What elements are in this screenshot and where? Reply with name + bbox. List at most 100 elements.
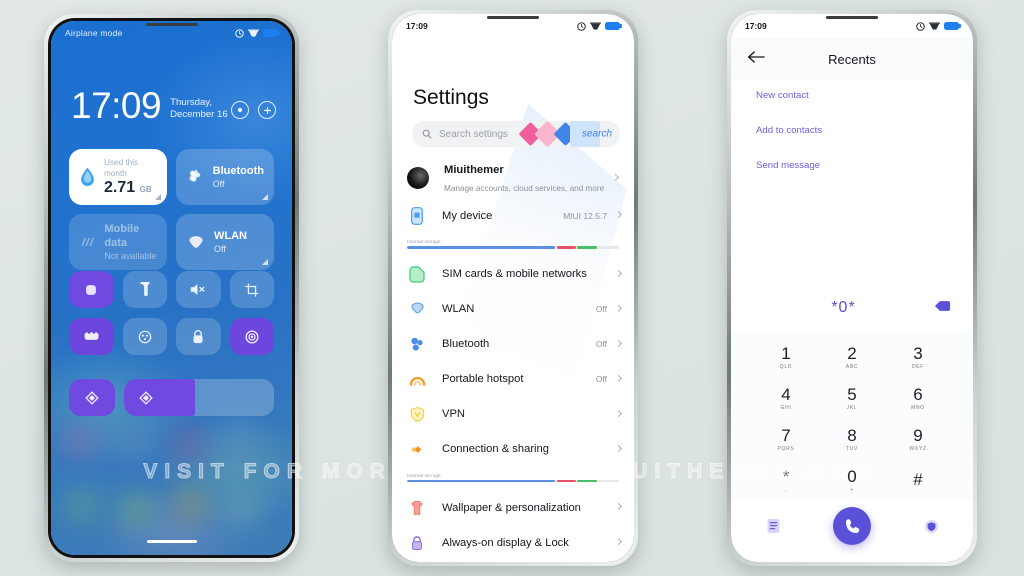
link-add-to-contacts[interactable]: Add to contacts xyxy=(756,125,957,136)
tile-data-usage[interactable]: Used this month 2.71 GB xyxy=(69,149,167,205)
lockscreen-clock: 17:09 xyxy=(71,85,162,126)
settings-row-my-device[interactable]: My device MIUI 12.5.7 xyxy=(392,198,634,233)
qs-location[interactable] xyxy=(229,318,274,355)
settings-label: Always-on display & Lock xyxy=(442,536,569,549)
lockscreen-date-col: Thursday, December 16 xyxy=(170,97,231,121)
qs-screen-lock[interactable] xyxy=(69,271,114,308)
call-button[interactable] xyxy=(833,507,871,545)
key-2[interactable]: 2 ABC xyxy=(819,336,885,377)
battery-icon xyxy=(605,22,622,30)
call-icon xyxy=(845,518,859,533)
settings-row-connection-sharing[interactable]: Connection & sharing xyxy=(392,432,634,467)
key-6[interactable]: 6 MNO xyxy=(885,377,951,418)
settings-row-hotspot[interactable]: Portable hotspot Off xyxy=(392,362,634,397)
chevron-right-icon xyxy=(616,503,621,512)
lockscreen-date: Thursday, December 16 xyxy=(170,97,228,120)
key-9[interactable]: 9 WXYZ xyxy=(885,418,951,459)
phone3-screen: 17:09 Recents New contact Add to contact… xyxy=(731,14,973,562)
key-8[interactable]: 8 TUV xyxy=(819,418,885,459)
phone2-bezel: 17:09 Settings Search settings search Mi… xyxy=(392,14,634,562)
key-5[interactable]: 5 JKL xyxy=(819,377,885,418)
qs-flashlight[interactable] xyxy=(122,271,167,308)
link-send-message[interactable]: Send message xyxy=(756,160,957,171)
phone1-screen: Airplane mode 17:09 Thursday, December 1… xyxy=(51,21,292,555)
settings-label: WLAN xyxy=(442,303,475,316)
settings-label: Wallpaper & personalization xyxy=(442,501,581,514)
storage-bar xyxy=(407,479,619,483)
storage-bar xyxy=(407,246,619,249)
key-digit: 9 xyxy=(913,425,923,445)
phone1-bezel: Airplane mode 17:09 Thursday, December 1… xyxy=(48,18,295,558)
settings-list[interactable]: Miuithemer Manage accounts, cloud servic… xyxy=(392,158,634,562)
link-new-contact[interactable]: New contact xyxy=(756,90,957,101)
home-indicator[interactable] xyxy=(146,540,197,543)
vpn-icon xyxy=(590,22,601,30)
tile-mobile-data[interactable]: Mobile data Not available xyxy=(69,214,167,270)
settings-row-bluetooth[interactable]: Bluetooth Off xyxy=(392,327,634,362)
wlan-icon xyxy=(407,301,427,317)
qs-lock[interactable] xyxy=(176,318,221,355)
lockscreen-tiles: Used this month 2.71 GB Bluetooth Off Mo… xyxy=(69,149,274,270)
account-labels: Miuithemer Manage accounts, cloud servic… xyxy=(444,160,604,196)
quick-settings-grid xyxy=(69,271,274,355)
settings-label: Portable hotspot xyxy=(442,373,524,386)
settings-row-always-on-display[interactable]: Always-on display & Lock xyxy=(392,525,634,560)
brightness-slider[interactable] xyxy=(124,379,274,416)
key-letters: JKL xyxy=(846,404,858,411)
key-1[interactable]: 1 QLD xyxy=(753,336,819,377)
keypad-list-icon[interactable] xyxy=(765,518,781,534)
key-3[interactable]: 3 DEF xyxy=(885,336,951,377)
dialed-number-row: *0* xyxy=(731,292,973,324)
settings-row-sim[interactable]: SIM cards & mobile networks xyxy=(392,257,634,292)
tile-wlan[interactable]: WLAN Off xyxy=(176,214,274,270)
search-input[interactable]: Search settings search xyxy=(412,120,620,148)
qs-do-not-disturb[interactable] xyxy=(69,318,114,355)
settings-row-vpn[interactable]: VPN xyxy=(392,397,634,432)
bluetooth-icon xyxy=(189,169,201,182)
settings-row-account[interactable]: Miuithemer Manage accounts, cloud servic… xyxy=(392,158,634,198)
status-icons xyxy=(916,21,961,31)
settings-row-wlan[interactable]: WLAN Off xyxy=(392,292,634,327)
chevron-right-icon xyxy=(613,174,618,183)
key-star[interactable]: *, xyxy=(753,459,819,500)
chevron-right-icon xyxy=(616,211,621,220)
search-decor-diamonds: search xyxy=(512,120,620,148)
clock-row: 17:09 Thursday, December 16 xyxy=(71,85,276,126)
key-4[interactable]: 4 GHI xyxy=(753,377,819,418)
status-icons xyxy=(577,21,622,31)
avatar xyxy=(407,167,429,189)
vpn-icon xyxy=(407,406,427,423)
qs-brightness[interactable] xyxy=(69,379,115,416)
tile-wlan-title: WLAN xyxy=(214,230,247,242)
qs-mute[interactable] xyxy=(176,271,221,308)
tile-bluetooth[interactable]: Bluetooth Off xyxy=(176,149,274,205)
contacts-icon[interactable] xyxy=(923,518,939,534)
key-7[interactable]: 7 PQRS xyxy=(753,418,819,459)
page-title: Settings xyxy=(413,86,489,109)
dialer-keypad[interactable]: 1 QLD 2 ABC 3 DEF 4 GHI 5 JKL 6 MNO 7 PQRS 8 TUV… xyxy=(731,332,973,500)
account-subtitle: Manage accounts, cloud services, and mor… xyxy=(444,184,605,193)
key-letters: ABC xyxy=(845,363,859,370)
key-letters: QLD xyxy=(779,363,793,370)
key-digit: 8 xyxy=(847,425,857,445)
key-letters: PQRS xyxy=(777,445,795,452)
qs-dark-mode[interactable] xyxy=(122,318,167,355)
storage-separator: Internal storage xyxy=(392,233,634,257)
key-hash[interactable]: # xyxy=(885,459,951,500)
tile-mobile-data-status: Not available xyxy=(104,251,157,261)
key-0[interactable]: 0 + xyxy=(819,459,885,500)
settings-label: SIM cards & mobile networks xyxy=(442,268,587,281)
tile-data-usage-unit: GB xyxy=(139,185,152,194)
settings-value: Off xyxy=(595,339,607,350)
key-letters: MNO xyxy=(911,404,925,411)
camera-shortcut-icon[interactable] xyxy=(231,101,249,119)
earpiece-speaker xyxy=(487,16,539,19)
settings-row-wallpaper[interactable]: Wallpaper & personalization xyxy=(392,490,634,525)
phone-lockscreen: Airplane mode 17:09 Thursday, December 1… xyxy=(44,14,299,562)
dialed-number[interactable]: *0* xyxy=(753,299,934,317)
qs-screenshot[interactable] xyxy=(229,271,274,308)
lockscreen-actions xyxy=(231,101,276,119)
backspace-icon[interactable] xyxy=(934,299,951,317)
add-shortcut-icon[interactable] xyxy=(258,101,276,119)
search-icon xyxy=(422,129,432,139)
